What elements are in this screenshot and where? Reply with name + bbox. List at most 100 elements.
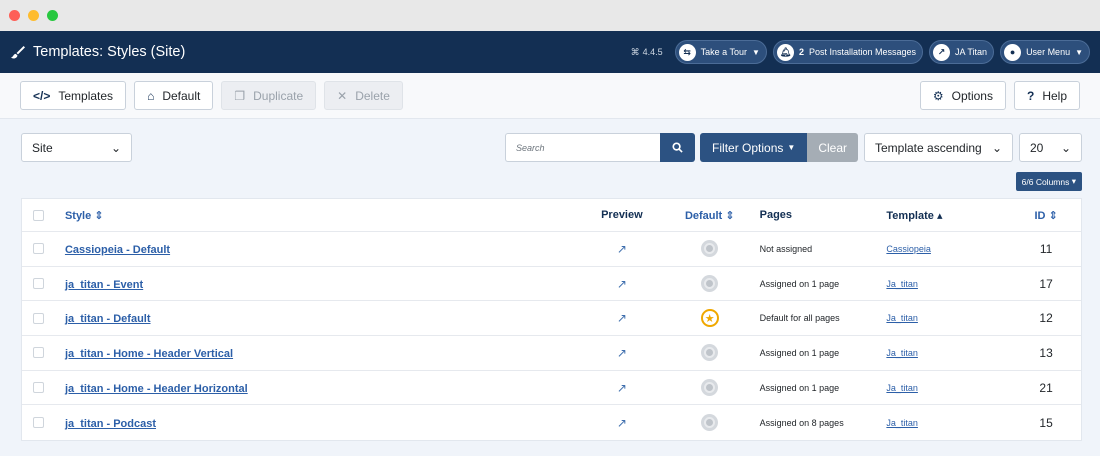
external-link-icon[interactable]: ↗: [617, 242, 627, 256]
page-title-text: Templates: Styles (Site): [33, 44, 186, 60]
columns-toggle-label: 6/6 Columns: [1021, 176, 1070, 187]
template-link[interactable]: Ja_titan: [886, 348, 918, 358]
external-link-icon[interactable]: ↗: [617, 346, 627, 360]
select-all-checkbox[interactable]: [33, 209, 44, 221]
window-chrome: [0, 0, 1100, 31]
maximize-window-dot[interactable]: [47, 10, 58, 21]
pages-cell: Assigned on 8 pages: [759, 417, 844, 428]
pages-cell: Assigned on 1 page: [759, 347, 840, 358]
style-header-label: Style: [64, 209, 92, 222]
site-link-button[interactable]: ↗ JA Titan: [929, 40, 995, 64]
table-row: ja_titan - Default ↗ ★ Default for all p…: [22, 301, 1081, 337]
row-checkbox[interactable]: [33, 243, 44, 255]
user-icon: ●: [1004, 43, 1022, 61]
style-column-header[interactable]: Style ⇕: [65, 209, 584, 222]
template-link[interactable]: Cassiopeia: [886, 244, 931, 254]
chevron-down-icon: ⌄: [1060, 140, 1071, 155]
chevron-down-icon: ⌄: [991, 140, 1002, 155]
style-link[interactable]: ja_titan - Podcast: [65, 418, 156, 430]
set-default-radio[interactable]: [701, 414, 719, 432]
external-link-icon[interactable]: ↗: [617, 416, 627, 430]
chevron-down-icon: ▼: [787, 143, 796, 152]
paintbrush-icon: [10, 45, 25, 59]
clear-button[interactable]: Clear: [807, 133, 858, 162]
chevron-down-icon: ⌄: [110, 140, 121, 155]
external-link-icon: ↗: [933, 43, 951, 61]
post-install-label: Post Installation Messages: [808, 47, 917, 57]
chevron-down-icon: ▼: [1075, 47, 1083, 57]
sort-icon: ⇕: [94, 209, 104, 222]
minimize-window-dot[interactable]: [28, 10, 39, 21]
code-icon: </>: [33, 88, 51, 103]
star-icon: ★: [700, 309, 719, 328]
default-button[interactable]: ⌂ Default: [134, 81, 214, 110]
options-button-label: Options: [951, 88, 993, 103]
template-link[interactable]: Ja_titan: [886, 418, 918, 428]
options-button[interactable]: ⚙ Options: [919, 81, 1006, 110]
search-button[interactable]: [660, 133, 696, 162]
style-link[interactable]: Cassiopeia - Default: [65, 244, 170, 256]
post-install-messages-button[interactable]: 🔔︎ 2 Post Installation Messages: [772, 40, 924, 64]
pages-cell: Assigned on 1 page: [759, 382, 840, 393]
caret-up-icon: ▴: [936, 209, 943, 222]
columns-toggle-button[interactable]: 6/6 Columns ▾: [1015, 172, 1082, 191]
sort-select[interactable]: Template ascending ⌄: [864, 133, 1013, 162]
id-cell: 11: [1039, 241, 1053, 256]
take-tour-button[interactable]: ⇆ Take a Tour ▼: [674, 40, 767, 64]
admin-header: Templates: Styles (Site) ⌘ 4.4.5 ⇆ Take …: [0, 31, 1100, 73]
default-column-header[interactable]: Default ⇕: [660, 209, 760, 222]
filter-bar: Site ⌄ Search Filter Options ▼ Clear Tem…: [21, 133, 1082, 162]
duplicate-button[interactable]: ❐ Duplicate: [221, 81, 317, 110]
templates-button-label: Templates: [58, 88, 114, 103]
templates-button[interactable]: </> Templates: [20, 81, 127, 110]
user-menu-button[interactable]: ● User Menu ▼: [1000, 40, 1090, 64]
gear-icon: ⚙: [932, 88, 944, 103]
joomla-icon: ⌘: [630, 46, 640, 57]
style-link[interactable]: ja_titan - Home - Header Vertical: [65, 348, 233, 360]
default-header-label: Default: [684, 209, 723, 222]
external-link-icon[interactable]: ↗: [617, 311, 627, 325]
row-checkbox[interactable]: [33, 347, 44, 359]
search-input[interactable]: Search: [505, 133, 661, 162]
version-text: 4.4.5: [642, 47, 663, 57]
sort-icon: ⇕: [1048, 209, 1058, 222]
copy-icon: ❐: [234, 88, 246, 103]
id-column-header[interactable]: ID ⇕: [1011, 209, 1081, 222]
external-link-icon[interactable]: ↗: [617, 381, 627, 395]
row-checkbox[interactable]: [33, 417, 44, 429]
external-link-icon[interactable]: ↗: [617, 277, 627, 291]
search-icon: [672, 142, 683, 153]
filter-options-label: Filter Options: [712, 140, 784, 155]
id-cell: 15: [1039, 415, 1053, 430]
row-checkbox[interactable]: [33, 278, 44, 290]
set-default-radio[interactable]: [701, 379, 719, 397]
delete-button-label: Delete: [355, 88, 390, 103]
help-button[interactable]: ? Help: [1013, 81, 1080, 110]
style-link[interactable]: ja_titan - Home - Header Horizontal: [65, 383, 248, 395]
template-column-header[interactable]: Template ▴: [886, 209, 1011, 222]
close-window-dot[interactable]: [9, 10, 20, 21]
template-link[interactable]: Ja_titan: [886, 383, 918, 393]
id-cell: 12: [1039, 311, 1053, 326]
limit-select[interactable]: 20 ⌄: [1019, 133, 1082, 162]
template-link[interactable]: Ja_titan: [886, 279, 918, 289]
id-header-label: ID: [1034, 209, 1046, 222]
table-header-row: Style ⇕ Preview Default ⇕ Pages Template…: [22, 199, 1081, 232]
client-select[interactable]: Site ⌄: [21, 133, 132, 162]
style-link[interactable]: ja_titan - Default: [65, 313, 151, 325]
filter-options-button[interactable]: Filter Options ▼: [700, 133, 808, 162]
row-checkbox[interactable]: [33, 382, 44, 394]
help-button-label: Help: [1042, 88, 1067, 103]
style-link[interactable]: ja_titan - Event: [65, 279, 143, 291]
pages-column-header: Pages: [759, 209, 793, 221]
row-checkbox[interactable]: [33, 312, 44, 324]
table-row: Cassiopeia - Default ↗ Not assigned Cass…: [22, 232, 1081, 267]
set-default-radio[interactable]: [701, 240, 719, 258]
set-default-radio[interactable]: [701, 344, 719, 362]
chevron-down-icon: ▼: [752, 47, 760, 57]
template-link[interactable]: Ja_titan: [886, 313, 918, 323]
table-row: ja_titan - Home - Header Horizontal ↗ As…: [22, 371, 1081, 406]
table-row: ja_titan - Podcast ↗ Assigned on 8 pages…: [22, 405, 1081, 440]
delete-button[interactable]: ✕ Delete: [324, 81, 403, 110]
set-default-radio[interactable]: [701, 275, 719, 293]
